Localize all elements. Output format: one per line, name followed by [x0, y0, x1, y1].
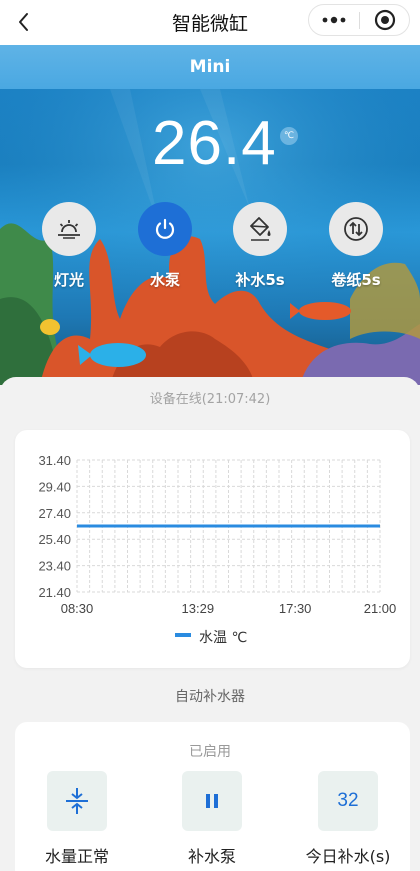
water-level-item: 水量正常: [22, 771, 132, 867]
paper-roll-control[interactable]: 卷纸5s: [316, 202, 396, 290]
light-button[interactable]: [42, 202, 96, 256]
power-icon: [155, 218, 175, 239]
legend-swatch: [175, 633, 191, 637]
auto-refill-section-title: 自动补水器: [175, 689, 245, 705]
y-tick-label: 31.40: [38, 453, 71, 468]
refill-pump-label: 补水泵: [187, 847, 236, 866]
x-tick-label: 08:30: [61, 601, 94, 616]
fill-bucket-icon: [250, 217, 271, 241]
temperature-chart-card: 31.40 29.40 27.40 25.40 23.40 21.40 08:30 13:29…: [15, 430, 410, 668]
refill-pump-item[interactable]: 补水泵: [157, 771, 267, 867]
today-refill-label: 今日补水(s): [305, 847, 391, 866]
device-name-bar: Mini: [0, 45, 420, 89]
more-icon[interactable]: [309, 5, 359, 35]
refill-button[interactable]: [233, 202, 287, 256]
paper-roll-button[interactable]: [329, 202, 383, 256]
water-level-label: 水量正常: [44, 847, 109, 866]
swap-arrows-icon: [344, 217, 368, 241]
refill-pump-button[interactable]: [182, 771, 242, 831]
device-status: 设备在线(21:07:42): [149, 392, 271, 407]
x-tick-label: 21:00: [364, 601, 397, 616]
pause-icon: [206, 794, 218, 808]
x-tick-label: 13:29: [182, 601, 215, 616]
x-tick-label: 17:30: [279, 601, 312, 616]
mini-program-capsule: [308, 4, 410, 36]
compress-arrows-icon: [66, 788, 88, 814]
y-tick-label: 21.40: [38, 585, 71, 600]
pump-button[interactable]: [138, 202, 192, 256]
refill-enabled-status: 已启用: [189, 744, 231, 760]
top-bar: 智能微缸: [0, 0, 420, 45]
temperature-unit: ℃: [280, 127, 298, 145]
temperature-value: 26.4: [152, 109, 277, 178]
today-refill-box: 32: [318, 771, 378, 831]
close-target-icon[interactable]: [360, 5, 410, 35]
device-name: Mini: [189, 57, 231, 77]
pump-control[interactable]: 水泵: [125, 202, 205, 290]
y-tick-label: 29.40: [38, 479, 71, 494]
pump-label: 水泵: [149, 271, 180, 289]
light-label: 灯光: [53, 271, 84, 289]
refill-control[interactable]: 补水5s: [220, 202, 300, 290]
paper-roll-label: 卷纸5s: [331, 271, 381, 289]
sunrise-icon: [58, 220, 80, 239]
y-tick-label: 23.40: [38, 559, 71, 574]
legend-label: 水温 ℃: [199, 630, 247, 646]
water-level-box: [47, 771, 107, 831]
today-refill-item: 32 今日补水(s): [293, 771, 403, 867]
y-tick-label: 27.40: [38, 506, 71, 521]
temperature-line-chart: 31.40 29.40 27.40 25.40 23.40 21.4008:30 13:29…: [38, 453, 397, 646]
light-control[interactable]: 灯光: [29, 202, 109, 290]
today-refill-value: 32: [337, 790, 359, 811]
refill-label: 补水5s: [235, 271, 285, 289]
y-tick-label: 25.40: [38, 532, 71, 547]
